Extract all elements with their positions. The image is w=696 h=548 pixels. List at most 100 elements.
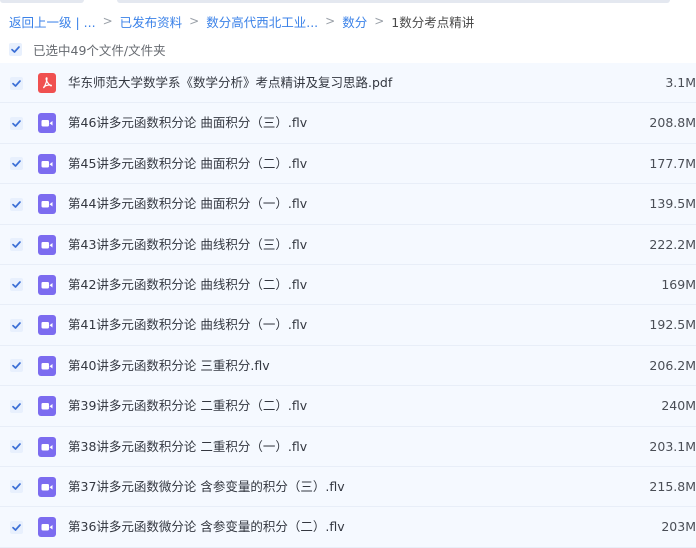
file-size: 203.1M bbox=[649, 438, 696, 454]
file-name[interactable]: 第46讲多元函数积分论 曲面积分（三）.flv bbox=[68, 103, 307, 143]
breadcrumb-item-folder[interactable]: 数分高代西北工业... bbox=[206, 12, 318, 31]
file-checkbox[interactable] bbox=[10, 76, 23, 90]
selection-summary: 已选中49个文件/文件夹 bbox=[9, 38, 166, 60]
file-type-icon bbox=[37, 113, 57, 134]
file-row[interactable]: 第42讲多元函数积分论 曲线积分（二）.flv 169M bbox=[0, 264, 696, 306]
file-name[interactable]: 第38讲多元函数积分论 二重积分（一）.flv bbox=[68, 427, 307, 467]
checkbox-checked-icon bbox=[10, 76, 23, 90]
breadcrumb-separator: > bbox=[325, 14, 336, 28]
file-name[interactable]: 第45讲多元函数积分论 曲面积分（二）.flv bbox=[68, 144, 307, 184]
video-icon bbox=[38, 234, 56, 255]
file-size: 208.8M bbox=[649, 115, 696, 131]
video-icon bbox=[38, 396, 56, 417]
video-icon bbox=[38, 315, 56, 336]
file-row[interactable]: 第37讲多元函数微分论 含参变量的积分（三）.flv 215.8M bbox=[0, 466, 696, 508]
file-checkbox[interactable] bbox=[10, 238, 23, 252]
breadcrumb-current: 1数分考点精讲 bbox=[391, 14, 475, 30]
file-size: 203M bbox=[661, 519, 696, 535]
file-type-icon bbox=[37, 274, 57, 295]
checkbox-checked-icon bbox=[10, 480, 23, 494]
checkbox-checked-icon bbox=[10, 157, 23, 171]
file-row[interactable]: 第36讲多元函数微分论 含参变量的积分（二）.flv 203M bbox=[0, 507, 696, 548]
checkbox-checked-icon bbox=[10, 520, 23, 534]
file-row[interactable]: 华东师范大学数学系《数学分析》考点精讲及复习思路.pdf 3.1M bbox=[0, 63, 696, 104]
file-type-icon bbox=[37, 194, 57, 215]
file-checkbox[interactable] bbox=[10, 116, 23, 130]
file-size: 177.7M bbox=[649, 155, 696, 171]
file-checkbox[interactable] bbox=[10, 197, 23, 211]
checkbox-checked-icon bbox=[10, 399, 23, 413]
file-name[interactable]: 华东师范大学数学系《数学分析》考点精讲及复习思路.pdf bbox=[68, 63, 392, 103]
file-type-icon bbox=[37, 396, 57, 417]
file-checkbox[interactable] bbox=[10, 480, 23, 494]
checkbox-checked-icon bbox=[10, 238, 23, 252]
file-row[interactable]: 第45讲多元函数积分论 曲面积分（二）.flv 177.7M bbox=[0, 143, 696, 185]
top-strip-segment bbox=[117, 0, 670, 3]
file-name[interactable]: 第43讲多元函数积分论 曲线积分（三）.flv bbox=[68, 225, 307, 265]
file-row[interactable]: 第44讲多元函数积分论 曲面积分（一）.flv 139.5M bbox=[0, 184, 696, 225]
checkbox-checked-icon bbox=[10, 197, 23, 211]
file-type-icon bbox=[37, 153, 57, 174]
file-name[interactable]: 第40讲多元函数积分论 三重积分.flv bbox=[68, 346, 270, 386]
file-name[interactable]: 第36讲多元函数微分论 含参变量的积分（二）.flv bbox=[68, 507, 345, 547]
file-checkbox[interactable] bbox=[10, 318, 23, 332]
file-type-icon bbox=[37, 355, 57, 376]
file-row[interactable]: 第43讲多元函数积分论 曲线积分（三）.flv 222.2M bbox=[0, 224, 696, 265]
file-checkbox[interactable] bbox=[10, 157, 23, 171]
video-icon bbox=[38, 194, 56, 215]
breadcrumb-item-published[interactable]: 已发布资料 bbox=[120, 12, 183, 31]
file-size: 206.2M bbox=[649, 357, 696, 373]
file-row[interactable]: 第38讲多元函数积分论 二重积分（一）.flv 203.1M bbox=[0, 426, 696, 467]
breadcrumb-separator: > bbox=[189, 14, 200, 28]
file-size: 240M bbox=[661, 398, 696, 414]
selection-count-label: 已选中49个文件/文件夹 bbox=[33, 42, 166, 58]
breadcrumb-separator: > bbox=[102, 14, 113, 28]
breadcrumb-back-link[interactable]: 返回上一级 | ... bbox=[9, 12, 96, 31]
breadcrumb-separator: > bbox=[374, 14, 385, 28]
checkbox-checked-icon bbox=[10, 116, 23, 130]
file-row[interactable]: 第41讲多元函数积分论 曲线积分（一）.flv 192.5M bbox=[0, 305, 696, 346]
file-type-icon bbox=[37, 234, 57, 255]
video-icon bbox=[38, 517, 56, 538]
file-list: 华东师范大学数学系《数学分析》考点精讲及复习思路.pdf 3.1M 第46讲多元函数… bbox=[0, 63, 696, 548]
file-size: 215.8M bbox=[649, 478, 696, 494]
file-type-icon bbox=[37, 315, 57, 336]
checkbox-checked-icon bbox=[10, 278, 23, 292]
file-checkbox[interactable] bbox=[10, 440, 23, 454]
checkbox-checked-icon bbox=[10, 318, 23, 332]
file-size: 169M bbox=[661, 276, 696, 292]
video-icon bbox=[38, 476, 56, 497]
file-type-icon bbox=[37, 73, 57, 93]
file-name[interactable]: 第41讲多元函数积分论 曲线积分（一）.flv bbox=[68, 305, 307, 345]
checkbox-checked-icon bbox=[9, 42, 22, 56]
file-name[interactable]: 第39讲多元函数积分论 二重积分（二）.flv bbox=[68, 386, 307, 426]
top-strip-segment bbox=[0, 0, 84, 3]
file-type-icon bbox=[37, 517, 57, 538]
file-checkbox[interactable] bbox=[10, 520, 23, 534]
video-icon bbox=[38, 153, 56, 174]
select-all-checkbox[interactable] bbox=[9, 42, 22, 56]
video-icon bbox=[38, 274, 56, 295]
file-row[interactable]: 第39讲多元函数积分论 二重积分（二）.flv 240M bbox=[0, 386, 696, 427]
file-checkbox[interactable] bbox=[10, 399, 23, 413]
pdf-icon bbox=[38, 73, 56, 93]
video-icon bbox=[38, 436, 56, 457]
breadcrumb: 返回上一级 | ... > 已发布资料 > 数分高代西北工业... > 数分 >… bbox=[9, 9, 474, 33]
file-size: 192.5M bbox=[649, 317, 696, 333]
file-checkbox[interactable] bbox=[10, 359, 23, 373]
file-name[interactable]: 第44讲多元函数积分论 曲面积分（一）.flv bbox=[68, 184, 307, 224]
file-name[interactable]: 第42讲多元函数积分论 曲线积分（二）.flv bbox=[68, 265, 307, 305]
file-row[interactable]: 第40讲多元函数积分论 三重积分.flv 206.2M bbox=[0, 345, 696, 387]
file-checkbox[interactable] bbox=[10, 278, 23, 292]
checkbox-checked-icon bbox=[10, 359, 23, 373]
file-size: 222.2M bbox=[649, 236, 696, 252]
file-size: 139.5M bbox=[649, 196, 696, 212]
top-strip bbox=[0, 0, 696, 4]
file-type-icon bbox=[37, 436, 57, 457]
file-size: 3.1M bbox=[665, 75, 696, 90]
video-icon bbox=[38, 113, 56, 134]
file-type-icon bbox=[37, 476, 57, 497]
file-name[interactable]: 第37讲多元函数微分论 含参变量的积分（三）.flv bbox=[68, 467, 345, 507]
breadcrumb-item-math[interactable]: 数分 bbox=[342, 12, 367, 31]
file-row[interactable]: 第46讲多元函数积分论 曲面积分（三）.flv 208.8M bbox=[0, 103, 696, 144]
